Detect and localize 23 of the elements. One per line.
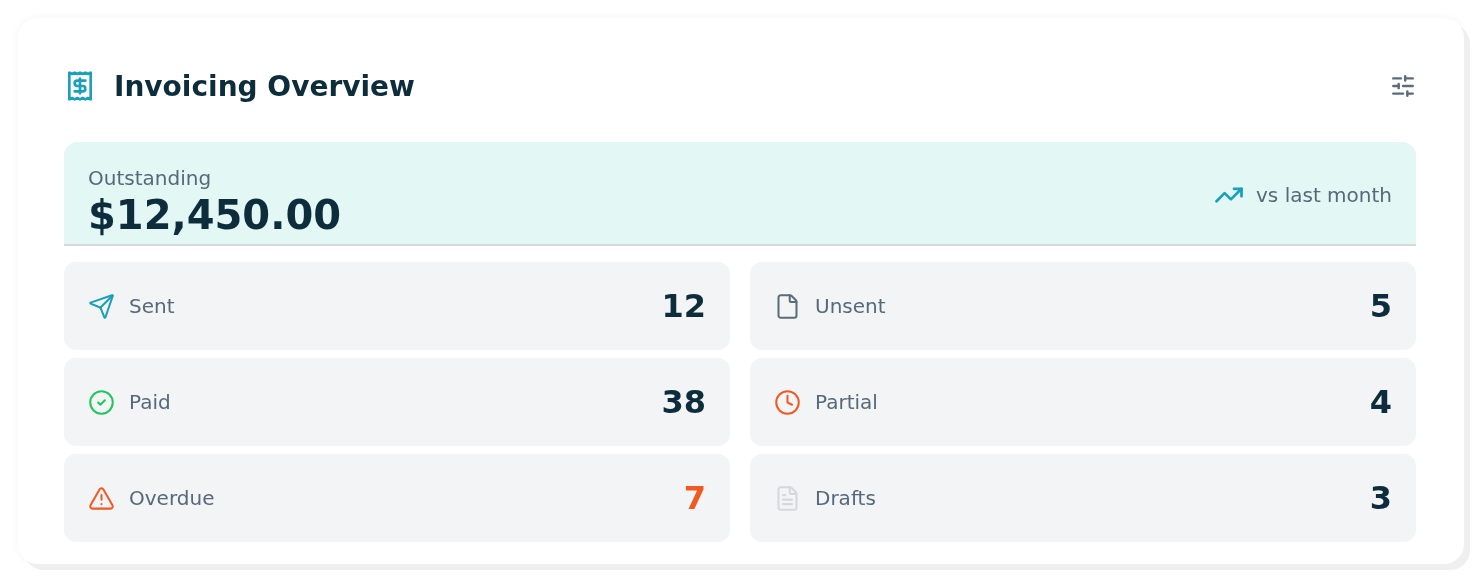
settings-button[interactable] <box>1390 73 1416 99</box>
stat-value: 3 <box>1369 479 1392 517</box>
outstanding-amount: $12,450.00 <box>88 192 342 238</box>
stat-value: 4 <box>1369 383 1392 421</box>
card-title: Invoicing Overview <box>114 69 415 103</box>
document-icon <box>774 292 801 320</box>
clock-icon <box>774 388 801 416</box>
check-circle-icon <box>88 388 115 416</box>
trend-label: vs last month <box>1256 183 1392 207</box>
stat-label: Sent <box>129 294 176 318</box>
stat-value: 5 <box>1369 287 1392 325</box>
warning-icon <box>88 484 115 512</box>
stat-value: 38 <box>661 383 706 421</box>
summary-label: Outstanding <box>88 166 213 190</box>
stat-label: Overdue <box>129 486 216 510</box>
stat-label: Drafts <box>815 486 877 510</box>
document-lines-icon <box>774 484 801 512</box>
stat-label: Paid <box>129 390 172 414</box>
stat-label: Partial <box>815 390 879 414</box>
stat-label: Unsent <box>815 294 887 318</box>
send-icon <box>88 292 115 320</box>
stat-value: 7 <box>683 479 706 517</box>
stat-value: 12 <box>661 287 706 325</box>
